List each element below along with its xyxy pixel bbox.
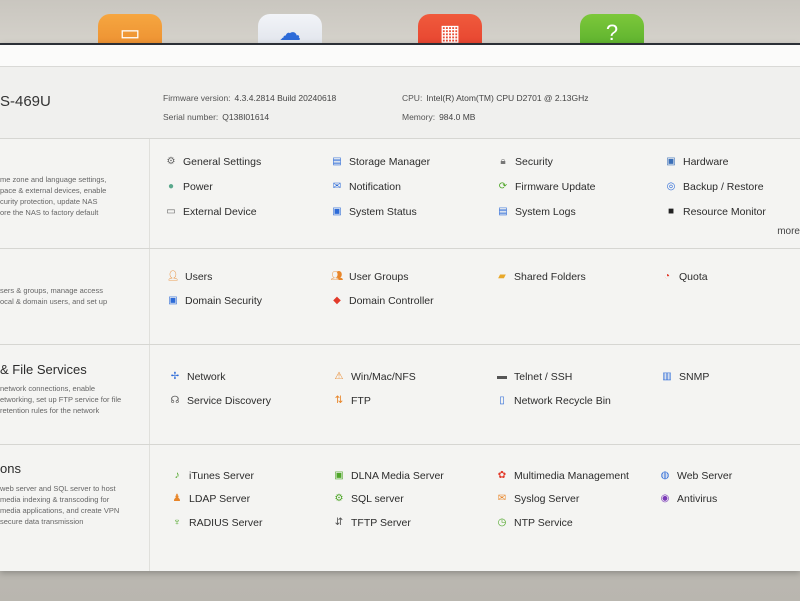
user-groups-link[interactable]: 👥︎ User Groups xyxy=(331,271,409,283)
network-file-services-summary: & File Services network connections, ena… xyxy=(0,345,150,444)
shared-folders-link[interactable]: ▰ Shared Folders xyxy=(496,271,586,283)
domain-security-link[interactable]: ▣ Domain Security xyxy=(167,295,262,307)
folder-icon: ▰ xyxy=(498,271,506,282)
applications-summary: ons web server and SQL server to host me… xyxy=(0,445,150,571)
ftp-link[interactable]: ⇅ FTP xyxy=(333,395,371,407)
ftp-icon: ⇅ xyxy=(334,395,344,406)
privilege-settings-summary: sers & groups, manage access ocal & doma… xyxy=(0,249,150,344)
terminal-icon: ▬ xyxy=(497,371,507,382)
general-settings-link[interactable]: ⚙ General Settings xyxy=(165,156,262,168)
bar-chart-icon: ▥ xyxy=(662,371,672,382)
system-settings-summary: me zone and language settings, pace & ex… xyxy=(0,139,150,248)
tftp-icon: ⇵ xyxy=(334,517,344,528)
dlna-media-server-link[interactable]: ▣ DLNA Media Server xyxy=(333,470,444,482)
win-mac-nfs-link[interactable]: ⚠ Win/Mac/NFS xyxy=(333,371,416,383)
applications-description: web server and SQL server to host media … xyxy=(0,484,120,526)
lock-icon: 🔒︎ xyxy=(500,156,506,167)
notification-link[interactable]: ✉ Notification xyxy=(331,181,401,193)
sql-server-link[interactable]: ⚙ SQL server xyxy=(333,493,404,505)
window-titlebar xyxy=(0,45,800,67)
syslog-server-link[interactable]: ✉ Syslog Server xyxy=(496,493,580,505)
drive-icon: ▭ xyxy=(166,206,176,217)
domain-controller-link[interactable]: ◆ Domain Controller xyxy=(331,295,433,307)
storage-manager-link[interactable]: ▤ Storage Manager xyxy=(331,156,430,168)
network-recycle-bin-link[interactable]: ▯ Network Recycle Bin xyxy=(496,395,611,407)
multimedia-icon: ✿ xyxy=(497,470,507,481)
section-title: ons xyxy=(0,461,21,476)
ntp-service-link[interactable]: ◷ NTP Service xyxy=(496,517,573,529)
domain-controller-icon: ◆ xyxy=(333,295,341,306)
radius-icon: ♆ xyxy=(173,517,181,528)
syslog-icon: ✉ xyxy=(497,493,507,504)
applications-section: ons web server and SQL server to host me… xyxy=(0,445,800,571)
external-device-link[interactable]: ▭ External Device xyxy=(165,206,256,218)
more-link[interactable]: more xyxy=(777,226,800,237)
serial-info: Serial number: Q138I01614 xyxy=(163,112,270,122)
hardware-link[interactable]: ▣ Hardware xyxy=(665,156,728,168)
itunes-server-link[interactable]: ♪ iTunes Server xyxy=(171,470,254,482)
memory-info: Memory: 984.0 MB xyxy=(402,112,476,122)
system-info-header: S-469U Firmware version: 4.3.4.2814 Build… xyxy=(0,67,800,139)
backup-restore-link[interactable]: ◎ Backup / Restore xyxy=(665,181,764,193)
antivirus-link[interactable]: ◉ Antivirus xyxy=(659,493,718,505)
database-icon: ▤ xyxy=(332,156,342,167)
network-file-services-section: & File Services network connections, ena… xyxy=(0,345,800,445)
ldap-icon: ♟ xyxy=(172,493,182,504)
cpu-info: CPU: Intel(R) Atom(TM) CPU D2701 @ 2.13GH… xyxy=(402,93,589,103)
system-settings-description: me zone and language settings, pace & ex… xyxy=(0,175,107,217)
telnet-ssh-link[interactable]: ▬ Telnet / SSH xyxy=(496,371,572,383)
web-server-link[interactable]: ◍ Web Server xyxy=(659,470,733,482)
system-status-link[interactable]: ▣ System Status xyxy=(331,206,416,218)
user-group-icon: 👥︎ xyxy=(330,271,344,282)
resource-monitor-link[interactable]: ■ Resource Monitor xyxy=(665,206,766,218)
update-icon: ⟳ xyxy=(498,181,508,192)
clock-icon: ◷ xyxy=(497,517,507,528)
service-discovery-link[interactable]: ☊ Service Discovery xyxy=(169,395,271,407)
ldap-server-link[interactable]: ♟ LDAP Server xyxy=(171,493,251,505)
globe-icon: ◍ xyxy=(660,470,670,481)
monitor-icon: ▣ xyxy=(332,206,342,217)
desktop-dock: ▭ ☁ ▦ ? xyxy=(0,0,800,62)
tftp-server-link[interactable]: ⇵ TFTP Server xyxy=(333,517,411,529)
control-panel-window: S-469U Firmware version: 4.3.4.2814 Build… xyxy=(0,43,800,571)
privilege-settings-description: sers & groups, manage access ocal & doma… xyxy=(0,286,108,306)
model-name: S-469U xyxy=(0,93,51,110)
media-server-icon: ▣ xyxy=(334,470,344,481)
backup-icon: ◎ xyxy=(666,181,676,192)
system-logs-link[interactable]: ▤ System Logs xyxy=(497,206,575,218)
discovery-icon: ☊ xyxy=(170,395,180,406)
envelope-icon: ✉ xyxy=(332,181,342,192)
users-link[interactable]: 👤︎ Users xyxy=(166,271,213,283)
privilege-settings-section: sers & groups, manage access ocal & doma… xyxy=(0,249,800,345)
recycle-bin-icon: ▯ xyxy=(499,395,505,406)
chip-icon: ▣ xyxy=(666,156,676,167)
firmware-info: Firmware version: 4.3.4.2814 Build 202406… xyxy=(163,93,337,103)
network-icon: ✢ xyxy=(170,371,180,382)
system-settings-section: me zone and language settings, pace & ex… xyxy=(0,139,800,249)
lightbulb-icon: ● xyxy=(167,181,175,192)
sql-icon: ⚙ xyxy=(334,493,344,504)
pie-chart-icon: ◔ xyxy=(663,271,671,282)
power-link[interactable]: ● Power xyxy=(165,181,213,193)
share-icon: ⚠ xyxy=(334,371,344,382)
network-link[interactable]: ✢ Network xyxy=(169,371,226,383)
snmp-link[interactable]: ▥ SNMP xyxy=(661,371,709,383)
gear-icon: ⚙ xyxy=(166,156,176,167)
network-file-services-description: network connections, enable etworking, s… xyxy=(0,384,122,415)
music-icon: ♪ xyxy=(174,470,180,481)
radius-server-link[interactable]: ♆ RADIUS Server xyxy=(171,517,262,529)
domain-security-icon: ▣ xyxy=(168,295,178,306)
user-icon: 👤︎ xyxy=(166,271,180,282)
multimedia-management-link[interactable]: ✿ Multimedia Management xyxy=(496,470,629,482)
security-link[interactable]: 🔒︎ Security xyxy=(497,156,553,168)
log-icon: ▤ xyxy=(498,206,508,217)
shield-icon: ◉ xyxy=(660,493,670,504)
resource-monitor-icon: ■ xyxy=(667,206,675,217)
firmware-update-link[interactable]: ⟳ Firmware Update xyxy=(497,181,596,193)
quota-link[interactable]: ◔ Quota xyxy=(661,271,708,283)
section-title: & File Services xyxy=(0,362,87,377)
